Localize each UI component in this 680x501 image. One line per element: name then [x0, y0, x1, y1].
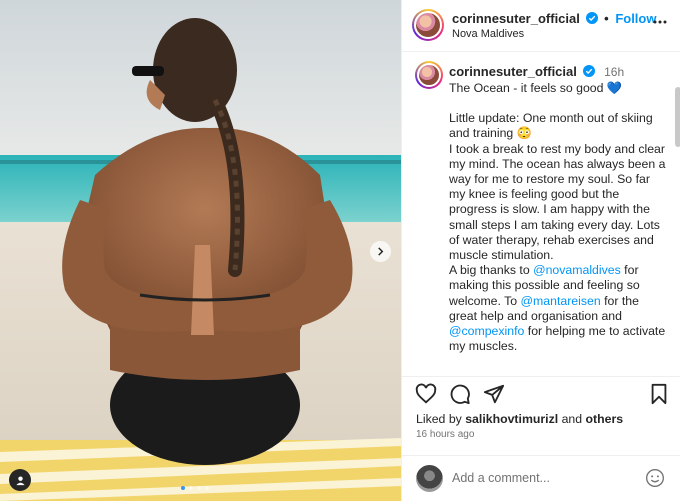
comment-icon: [450, 384, 470, 405]
comment-button[interactable]: [449, 383, 471, 408]
caption-author-avatar[interactable]: [415, 61, 443, 89]
like-button[interactable]: [415, 383, 437, 408]
carousel-dot: [189, 486, 193, 490]
mention-mantareisen[interactable]: @mantareisen: [521, 294, 601, 308]
mention-compexinfo[interactable]: @compexinfo: [449, 324, 524, 338]
post-time-ago[interactable]: 16 hours ago: [416, 429, 474, 440]
more-options-button[interactable]: [653, 15, 667, 32]
liked-by-others[interactable]: others: [586, 412, 624, 426]
carousel-dot: [205, 486, 209, 490]
emoji-icon: [646, 469, 664, 487]
heart-icon: [415, 383, 437, 404]
caption-username[interactable]: corinnesuter_official: [449, 64, 577, 79]
carousel-indicator: [181, 486, 209, 490]
author-line: corinnesuter_official • Follow: [452, 11, 656, 26]
caption-text: The Ocean - it feels so good 💙 Little up…: [449, 81, 666, 354]
caption-section[interactable]: corinnesuter_official 16h The Ocean - it…: [402, 52, 680, 376]
separator-dot: •: [604, 11, 609, 26]
verified-badge-icon: [582, 65, 595, 77]
caption-author-line: corinnesuter_official 16h: [449, 64, 624, 79]
caption-paragraph-update: Little update: One month out of skiing a…: [449, 111, 653, 141]
more-icon: [653, 20, 667, 24]
comment-input[interactable]: [452, 471, 632, 485]
caption-paragraph-body: I took a break to rest my body and clear…: [449, 141, 666, 263]
share-button[interactable]: [483, 383, 505, 408]
author-avatar[interactable]: [412, 9, 444, 41]
user-tags-button[interactable]: [9, 469, 31, 491]
liked-by-prefix: Liked by: [416, 412, 466, 426]
send-icon: [483, 384, 505, 404]
follow-button[interactable]: Follow: [615, 11, 656, 26]
liked-by-and: and: [558, 412, 586, 426]
beach-photo-image: [0, 0, 401, 501]
post-photo[interactable]: [0, 0, 401, 501]
carousel-dot-active: [181, 486, 185, 490]
actions-section: Liked by salikhovtimurizl and others 16 …: [402, 376, 680, 444]
verified-badge-icon: [585, 12, 598, 24]
location-link[interactable]: Nova Maldives: [452, 28, 524, 40]
caption-paragraph-thanks: A big thanks to @novamaldives for making…: [449, 263, 666, 354]
emoji-picker-button[interactable]: [645, 468, 665, 491]
bookmark-icon: [651, 383, 667, 405]
caption-thanks-pre: A big thanks to: [449, 263, 534, 278]
caption-timestamp[interactable]: 16h: [604, 65, 624, 79]
carousel-dot: [197, 486, 201, 490]
liked-by-line: Liked by salikhovtimurizl and others: [416, 412, 623, 426]
post-side-panel: corinnesuter_official • Follow Nova Mald…: [401, 0, 680, 501]
save-button[interactable]: [649, 383, 669, 408]
carousel-next-button[interactable]: [370, 241, 391, 262]
comment-section: [402, 455, 680, 501]
post-header: corinnesuter_official • Follow Nova Mald…: [402, 0, 680, 52]
caption-scrollbar[interactable]: [675, 87, 680, 147]
caption-line-1: The Ocean - it feels so good 💙: [449, 81, 623, 95]
mention-novamaldives[interactable]: @novamaldives: [533, 263, 621, 277]
author-username[interactable]: corinnesuter_official: [452, 11, 580, 26]
current-user-avatar: [416, 465, 443, 492]
chevron-right-icon: [378, 247, 384, 256]
user-tag-icon: [15, 475, 25, 485]
liked-by-user[interactable]: salikhovtimurizl: [465, 412, 558, 426]
